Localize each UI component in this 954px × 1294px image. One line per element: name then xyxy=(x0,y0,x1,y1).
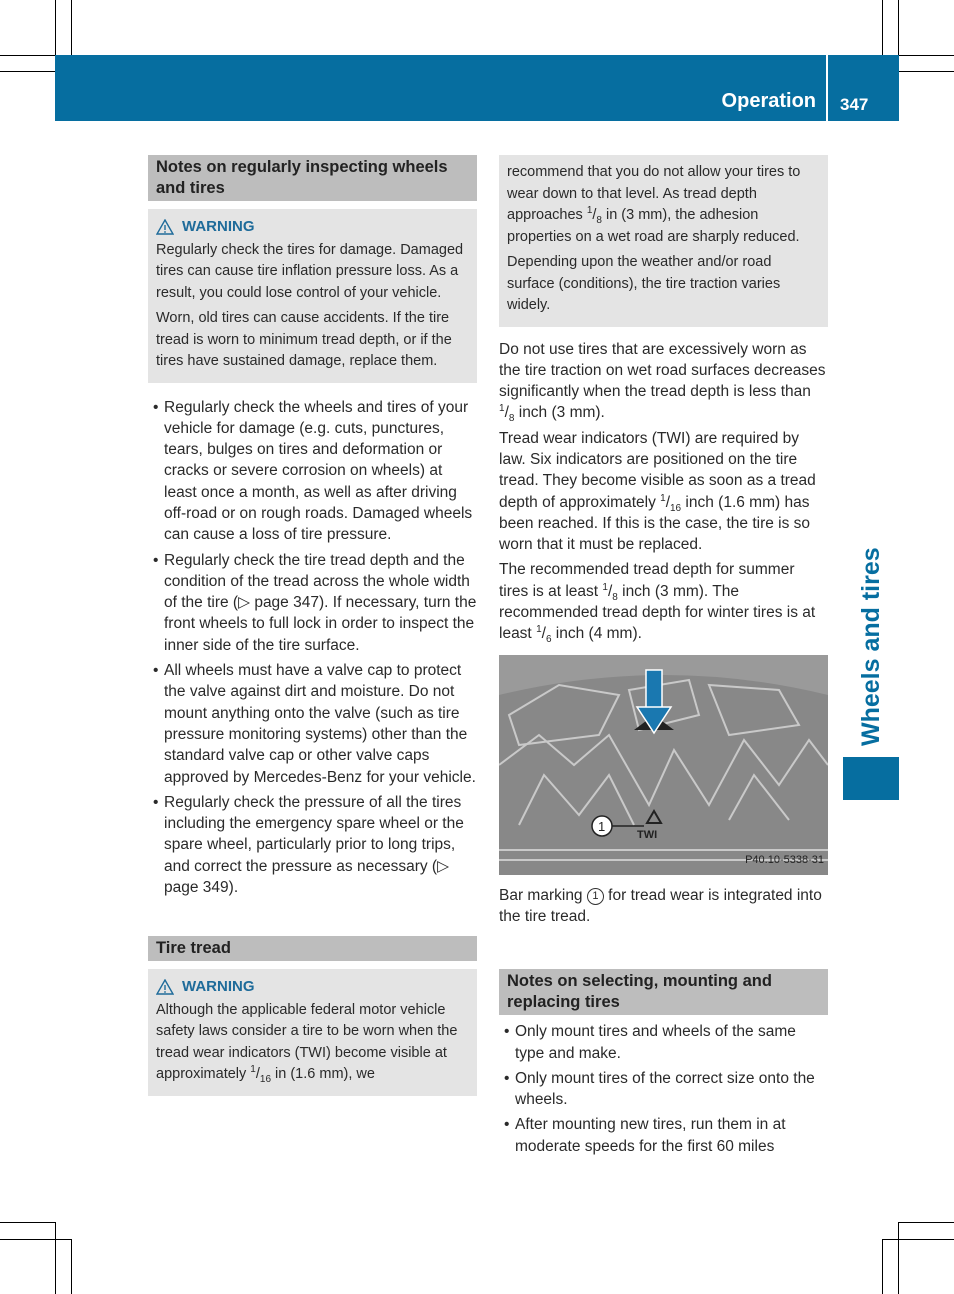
figure-caption: Bar marking 1 for tread wear is integrat… xyxy=(499,885,828,928)
body-paragraph: Tread wear indicators (TWI) are required… xyxy=(499,429,816,554)
list-item: All wheels must have a valve cap to prot… xyxy=(148,660,477,788)
right-column: recommend that you do not allow your tir… xyxy=(499,155,828,1161)
text-run: Bar marking xyxy=(499,886,587,904)
fraction-numerator: 1 xyxy=(499,403,505,415)
header-divider xyxy=(826,55,828,121)
fraction-denominator: 16 xyxy=(259,1074,272,1086)
fraction-numerator: 1 xyxy=(660,492,666,504)
crop-mark xyxy=(899,1222,954,1223)
warning-triangle-icon xyxy=(156,979,174,995)
crop-mark xyxy=(882,0,883,55)
warning-text: Depending upon the weather and/or road s… xyxy=(507,254,781,313)
list-item-text: ). xyxy=(228,879,239,897)
list-item: Regularly check the wheels and tires of … xyxy=(148,397,477,546)
crop-mark xyxy=(898,0,899,55)
fraction-numerator: 1 xyxy=(586,205,593,217)
warning-text: Worn, old tires can cause accidents. If … xyxy=(156,310,452,369)
crop-mark xyxy=(71,1239,72,1294)
tire-tread-illustration: TWI 1 P40.10-5338-31 xyxy=(499,654,828,875)
warning-box-continued: recommend that you do not allow your tir… xyxy=(499,155,828,327)
section-heading: Notes on selecting, mounting and replaci… xyxy=(499,969,828,1016)
page-reference-link[interactable]: ▷ page 347 xyxy=(238,594,319,611)
list-item: After mounting new tires, run them in at… xyxy=(499,1114,828,1157)
twi-label: TWI xyxy=(637,829,657,841)
fraction-numerator: 1 xyxy=(602,581,608,593)
text-run: inch (4 mm). xyxy=(551,625,642,643)
figure-code: P40.10-5338-31 xyxy=(745,854,824,867)
bullet-list: Only mount tires and wheels of the same … xyxy=(499,1021,828,1157)
warning-text: Although the applicable federal motor ve… xyxy=(156,1001,458,1086)
crop-mark xyxy=(0,55,55,56)
warning-title: WARNING xyxy=(156,976,469,998)
chapter-tab-marker xyxy=(843,757,899,800)
body-paragraph: Do not use tires that are excessively wo… xyxy=(499,340,826,425)
warning-text: recommend that you do not allow your tir… xyxy=(507,164,801,245)
page-number: 347 xyxy=(840,95,869,114)
warning-label: WARNING xyxy=(182,978,255,996)
crop-mark xyxy=(55,0,56,55)
warning-text: Regularly check the tires for damage. Da… xyxy=(156,241,464,301)
bullet-list: Regularly check the wheels and tires of … xyxy=(148,397,477,899)
text-run: Do not use tires that are excessively wo… xyxy=(499,340,826,401)
left-column: Notes on regularly inspecting wheels and… xyxy=(148,155,477,1096)
list-item: Only mount tires of the correct size ont… xyxy=(499,1068,828,1111)
crop-mark xyxy=(0,1239,71,1240)
crop-mark xyxy=(882,1239,883,1294)
crop-mark xyxy=(899,71,954,72)
warning-label: WARNING xyxy=(182,218,255,235)
section-title: Operation xyxy=(721,90,816,112)
section-heading: Notes on regularly inspecting wheels and… xyxy=(148,155,477,201)
crop-mark xyxy=(898,1222,899,1294)
crop-mark xyxy=(899,55,954,56)
callout-number: 1 xyxy=(598,819,605,834)
fraction-denominator: 16 xyxy=(670,502,682,514)
crop-mark xyxy=(0,1222,55,1223)
crop-mark xyxy=(882,1239,954,1240)
tire-tread-drawing: TWI 1 xyxy=(499,654,828,875)
crop-mark xyxy=(71,0,72,55)
text-run: inch (3 mm). xyxy=(514,404,605,422)
list-item: Regularly check the tire tread depth and… xyxy=(148,550,477,656)
list-item-text: Regularly check the pressure of all the … xyxy=(164,793,464,875)
fraction-numerator: 1 xyxy=(250,1064,256,1076)
warning-title: WARNING xyxy=(156,216,469,238)
warning-box: WARNING Although the applicable federal … xyxy=(148,969,477,1096)
crop-mark xyxy=(0,71,55,72)
section-heading: Tire tread xyxy=(148,936,477,962)
callout-marker: 1 xyxy=(586,887,604,905)
crop-mark xyxy=(55,1222,56,1294)
warning-box: WARNING Regularly check the tires for da… xyxy=(148,209,477,383)
chapter-tab-text: Wheels and tires xyxy=(857,547,885,746)
fraction-numerator: 1 xyxy=(536,624,542,636)
warning-triangle-icon xyxy=(156,218,174,235)
list-item: Only mount tires and wheels of the same … xyxy=(499,1021,828,1064)
body-paragraph: The recommended tread depth for summer t… xyxy=(499,561,816,646)
text-run: in (1.6 mm), we xyxy=(271,1066,375,1083)
list-item: Regularly check the pressure of all the … xyxy=(148,792,477,898)
